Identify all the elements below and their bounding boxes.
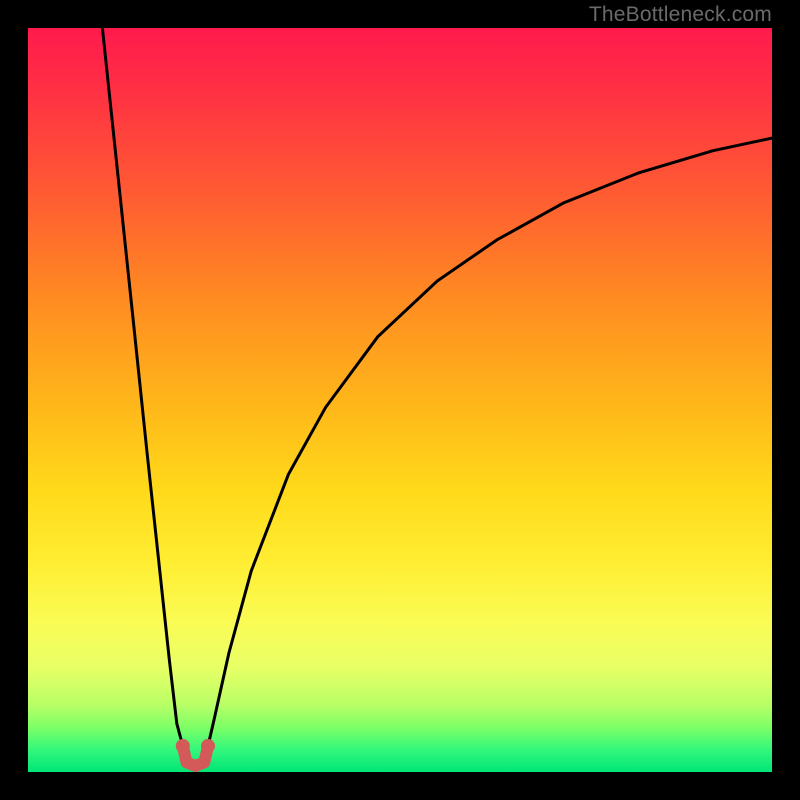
plot-area (28, 28, 772, 772)
attribution-watermark: TheBottleneck.com (589, 3, 772, 27)
u-floor-marker (201, 739, 215, 753)
chart-stage: TheBottleneck.com (0, 0, 800, 800)
left-branch-curve (102, 28, 182, 746)
right-branch-curve (208, 138, 772, 746)
u-floor-marker (176, 739, 190, 753)
chart-curves-svg (28, 28, 772, 772)
